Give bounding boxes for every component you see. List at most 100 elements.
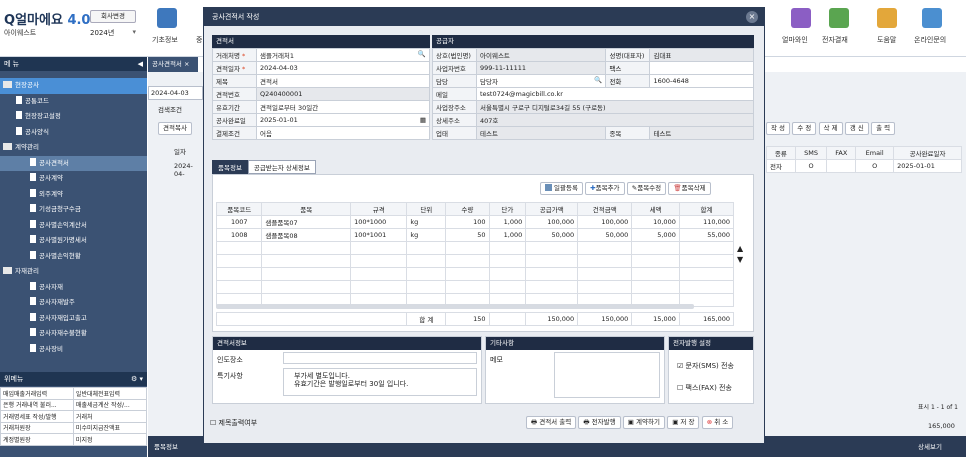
estimate-field[interactable]: 샘플거래처1 🔍 (256, 48, 430, 62)
tab-receiver-detail[interactable]: 공급받는자 상세정보 (247, 160, 316, 174)
save-button[interactable]: ▣ 저 장 (667, 416, 700, 429)
sidebar-item[interactable]: 기성금청구수금 (0, 202, 147, 218)
sidebar-item[interactable]: 공사자재 (0, 280, 147, 296)
estimate-field[interactable]: 2024-04-03 (256, 61, 430, 75)
remarks-field[interactable]: 부가세 별도입니다. 유효기간은 발행일로부터 30일 입니다. (283, 368, 477, 396)
manager-field[interactable]: 담당자 🔍 (475, 74, 607, 88)
favorite-item[interactable]: 매출세금계산 작성/... (72, 398, 148, 411)
favorite-item[interactable]: 미지정 (72, 433, 148, 446)
print-estimate-button[interactable]: 🖶 견적서 출력 (526, 416, 577, 429)
sidebar-item[interactable]: 공사자재입고출고 (0, 311, 147, 327)
favorite-item[interactable]: 은행 거래내역 불러... (0, 398, 74, 411)
sidebar-item[interactable]: 공사계약 (0, 171, 147, 187)
biz-type-field[interactable]: 테스트 (475, 126, 607, 140)
edit-button[interactable]: 수 정 (792, 122, 817, 135)
sidebar-item[interactable]: 공사양식 (0, 125, 147, 141)
toolbar-wine[interactable]: 얼마와인 (782, 35, 808, 45)
delete-item-button[interactable]: 🗑품목삭제 (668, 182, 711, 195)
wine-icon[interactable] (791, 8, 811, 28)
sidebar-item[interactable]: 외주계약 (0, 187, 147, 203)
favorite-item[interactable]: 거래처원장 (0, 421, 74, 434)
approval-icon[interactable] (829, 8, 849, 28)
reg-number[interactable]: 999-11-11111 (475, 61, 607, 75)
refresh-button[interactable]: 갱 신 (844, 122, 869, 135)
fax-field[interactable] (649, 61, 754, 75)
sidebar-item[interactable]: 공사자재수불현황 (0, 326, 147, 342)
fax-checkbox[interactable]: ☐ 팩스(FAX) 전송 (677, 383, 732, 393)
add-item-button[interactable]: ✚품목추가 (585, 182, 625, 195)
edit-item-button[interactable]: ✎품목수정 (626, 182, 667, 195)
favorite-item[interactable]: 거래명세표 작성/발행 (0, 410, 74, 423)
estimate-field[interactable]: 견적서 (256, 74, 430, 88)
help-icon[interactable] (877, 8, 897, 28)
collapse-icon[interactable]: ◀ (138, 57, 143, 71)
mail-field[interactable]: test0724@magicbill.co.kr (476, 87, 754, 101)
item-buttons: 일괄등록 ✚품목추가 ✎품목수정 🗑품목삭제 (540, 182, 711, 195)
address-detail-field[interactable]: 407호 (476, 113, 754, 127)
table-row[interactable]: 1007 샘플품목07 100*1000 kg 100 1,000 100,000 100,0… (215, 215, 735, 229)
sidebar-item[interactable]: 공사자재발주 (0, 295, 147, 311)
tab-estimate[interactable]: 공사견적서 × (148, 57, 198, 72)
toolbar-help[interactable]: 도움말 (877, 35, 896, 45)
ceo-name[interactable]: 김대표 (649, 48, 754, 62)
bulk-register-button[interactable]: 일괄등록 (540, 182, 583, 195)
sidebar-item[interactable]: 현장장고설정 (0, 109, 147, 125)
favorite-item[interactable]: 미수미지급잔액표 (72, 421, 148, 434)
search-icon[interactable]: 🔍 (594, 76, 602, 84)
year-select[interactable]: 2024년 ▾ (90, 28, 136, 40)
estimate-field[interactable]: 어음 (256, 126, 430, 140)
close-icon[interactable]: × (746, 11, 758, 23)
sidebar-item[interactable]: 공통코드 (0, 94, 147, 110)
table-row[interactable]: 전자 O O 2025-01-01 (766, 159, 962, 173)
print-button[interactable]: 출 력 (871, 122, 896, 135)
sidebar-item[interactable]: 자재관리 (0, 264, 147, 280)
toolbar-approval[interactable]: 전자결재 (822, 35, 848, 45)
e-issue-button[interactable]: 🖶 전자발행 (578, 416, 621, 429)
address-field[interactable]: 서울특별시 구로구 디지털로34길 55 (구로동) (476, 100, 754, 114)
search-icon[interactable]: 🔍 (418, 50, 426, 58)
sidebar-item[interactable]: 공사장비 (0, 342, 147, 358)
detail-toggle[interactable]: 상세보기 (918, 441, 942, 451)
sidebar-item[interactable]: 계약관리 (0, 140, 147, 156)
estimate-field[interactable]: 견적일로부터 30일간 (256, 100, 430, 114)
contract-button[interactable]: ▣ 계약하기 (622, 416, 665, 429)
write-button[interactable]: 작 성 (766, 122, 791, 135)
sidebar-item[interactable]: 공사견적서 (0, 155, 147, 171)
cancel-button[interactable]: ⊗ 취 소 (701, 416, 734, 429)
favorite-item[interactable]: 일반대체전표입력 (72, 387, 148, 400)
toolbar-online-inquiry[interactable]: 온라인문의 (914, 35, 946, 45)
biz-name[interactable]: 아이웨스트 (475, 48, 607, 62)
sidebar-item[interactable]: 현장공사 (0, 78, 147, 94)
date-field[interactable]: 2024-04-03 (148, 86, 203, 100)
calendar-icon[interactable]: ▦ (420, 116, 426, 124)
horizontal-scrollbar[interactable] (216, 304, 694, 309)
delivery-place-field[interactable] (283, 352, 477, 364)
toolbar-basic-info[interactable]: 기초정보 (152, 35, 178, 45)
table-row[interactable]: 1008 샘플품목08 100*1001 kg 50 1,000 50,000 50,000 5… (215, 228, 735, 242)
memo-field[interactable] (554, 352, 660, 398)
favorite-item[interactable]: 매입매출거래입력 (0, 387, 74, 400)
biz-item-field[interactable]: 테스트 (649, 126, 754, 140)
copy-estimate-button[interactable]: 견적복사 (158, 122, 192, 135)
scroll-down-icon[interactable]: ▼ (737, 255, 743, 264)
footer-buttons: 🖶 견적서 출력 🖶 전자발행 ▣ 계약하기 ▣ 저 장 ⊗ 취 소 (526, 416, 734, 429)
tab-item-info[interactable]: 품목정보 (212, 160, 248, 174)
tel-field[interactable]: 1600-4648 (649, 74, 754, 88)
online-inquiry-icon[interactable] (922, 8, 942, 28)
estimate-field[interactable]: Q240400001 (256, 87, 430, 101)
settings-icon[interactable]: ⚙ ▾ (131, 372, 143, 386)
delete-button[interactable]: 삭 제 (818, 122, 843, 135)
favorite-item[interactable]: 거래처 (72, 410, 148, 423)
tab-item-info[interactable]: 품목정보 (154, 441, 178, 451)
hide-title-checkbox[interactable]: ☐ 제목출력여부 (210, 418, 257, 428)
sidebar-item[interactable]: 공사별손익현황 (0, 249, 147, 265)
estimate-field[interactable]: 2025-01-01 ▦ (256, 113, 430, 127)
toolbar-partial[interactable]: 중 (196, 35, 202, 45)
change-company-button[interactable]: 회사변경 (90, 10, 136, 23)
sidebar-item[interactable]: 공사별원가명세서 (0, 233, 147, 249)
basic-info-icon[interactable] (157, 8, 177, 28)
favorite-item[interactable]: 계정별원장 (0, 433, 74, 446)
sidebar-item[interactable]: 공사별손익계산서 (0, 218, 147, 234)
scroll-up-icon[interactable]: ▲ (737, 244, 743, 253)
sms-checkbox[interactable]: ☑ 문자(SMS) 전송 (677, 361, 734, 371)
